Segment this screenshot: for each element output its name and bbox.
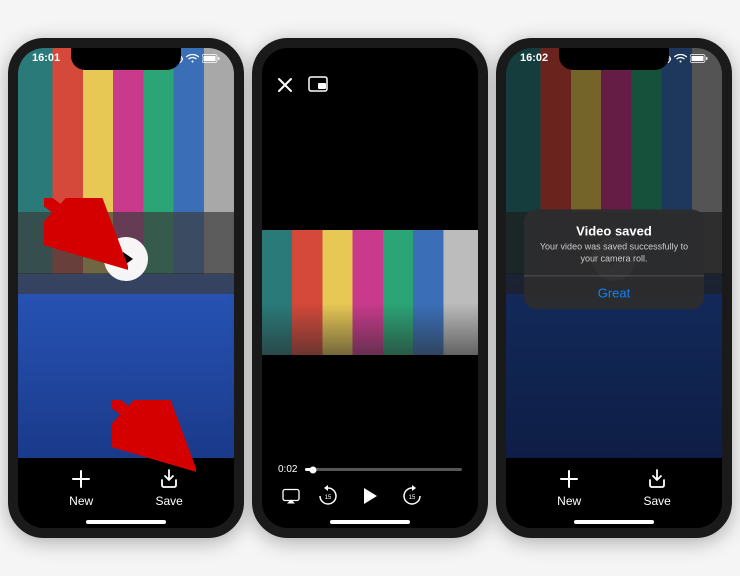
scrubber-time: 0:02 <box>278 464 297 475</box>
phone-screenshot-3: 16:02 Video saved Your video was saved s… <box>496 38 732 538</box>
new-label: New <box>69 494 93 508</box>
battery-icon <box>690 54 708 63</box>
phone-screenshot-2: 0:02 15 15 <box>252 38 488 538</box>
plus-icon <box>558 468 580 490</box>
notch <box>559 48 669 70</box>
phone-screenshot-1: 16:01 New Save <box>8 38 244 538</box>
plus-icon <box>70 468 92 490</box>
svg-text:15: 15 <box>325 495 332 501</box>
save-label: Save <box>155 494 182 508</box>
play-button[interactable] <box>104 237 148 281</box>
close-button[interactable] <box>276 76 294 99</box>
new-button[interactable]: New <box>69 468 93 508</box>
new-label: New <box>557 494 581 508</box>
skip-forward-button[interactable]: 15 <box>401 485 423 512</box>
status-time: 16:02 <box>520 52 548 64</box>
pip-button[interactable] <box>308 76 328 99</box>
video-frame[interactable] <box>262 230 478 355</box>
play-icon <box>361 487 379 505</box>
bottom-toolbar: New Save <box>18 458 234 528</box>
video-saved-dialog: Video saved Your video was saved success… <box>524 210 704 309</box>
skip-forward-15-icon: 15 <box>401 485 423 507</box>
battery-icon <box>202 54 220 63</box>
dialog-title: Video saved <box>534 224 694 239</box>
download-icon <box>646 468 668 490</box>
new-button[interactable]: New <box>557 468 581 508</box>
transport-controls: 15 15 <box>278 485 462 512</box>
play-pause-button[interactable] <box>361 487 379 510</box>
svg-text:15: 15 <box>409 495 416 501</box>
wifi-icon <box>674 54 687 63</box>
dialog-message: Your video was saved successfully to you… <box>534 242 694 265</box>
dialog-confirm-button[interactable]: Great <box>524 275 704 309</box>
airplay-icon <box>282 488 300 504</box>
save-button[interactable]: Save <box>643 468 670 508</box>
wifi-icon <box>186 54 199 63</box>
save-button[interactable]: Save <box>155 468 182 508</box>
save-label: Save <box>643 494 670 508</box>
notch <box>71 48 181 70</box>
play-icon <box>120 251 136 267</box>
skip-back-button[interactable]: 15 <box>317 485 339 512</box>
scrubber-track[interactable] <box>305 468 462 471</box>
scrubber[interactable]: 0:02 <box>278 464 462 475</box>
player-controls: 0:02 15 15 <box>262 464 478 512</box>
download-icon <box>158 468 180 490</box>
bottom-toolbar: New Save <box>506 458 722 528</box>
pip-icon <box>308 76 328 92</box>
skip-back-15-icon: 15 <box>317 485 339 507</box>
home-indicator[interactable] <box>86 520 166 524</box>
home-indicator[interactable] <box>574 520 654 524</box>
status-time: 16:01 <box>32 52 60 64</box>
player-top-bar <box>262 76 478 99</box>
notch <box>315 48 425 70</box>
close-icon <box>276 76 294 94</box>
airplay-button[interactable] <box>282 488 300 509</box>
home-indicator[interactable] <box>330 520 410 524</box>
